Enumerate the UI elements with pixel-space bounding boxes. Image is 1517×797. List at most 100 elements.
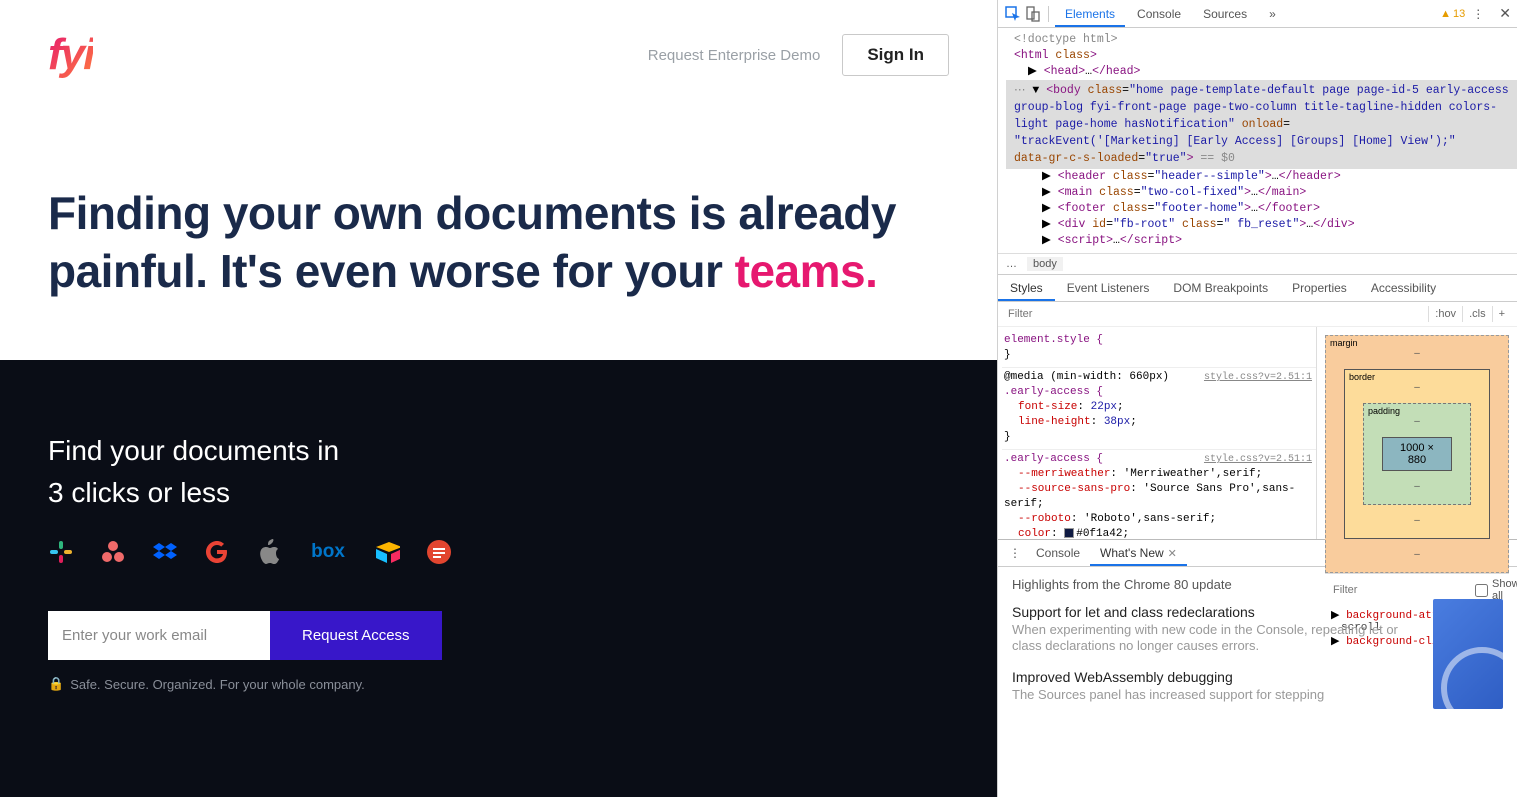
device-icon[interactable] bbox=[1024, 5, 1042, 23]
body-extra-attr: data-gr-c-s-loaded bbox=[1014, 152, 1138, 165]
drawer-item2-title[interactable]: Improved WebAssembly debugging bbox=[1012, 669, 1421, 685]
v-merri: 'Merriweather',serif bbox=[1124, 468, 1256, 480]
close-tab-icon[interactable]: ✕ bbox=[1168, 548, 1177, 560]
tagline: 🔒 Safe. Secure. Organized. For your whol… bbox=[48, 676, 949, 692]
subheading-line2: 3 clicks or less bbox=[48, 472, 949, 514]
sign-in-button[interactable]: Sign In bbox=[842, 34, 949, 76]
v-fs: 22px bbox=[1091, 401, 1117, 413]
apple-icon bbox=[256, 539, 282, 565]
styles-filter-input[interactable] bbox=[1004, 304, 1428, 324]
quip-icon bbox=[426, 539, 452, 565]
p-roboto: --roboto bbox=[1018, 513, 1071, 525]
styles-tab-a11y[interactable]: Accessibility bbox=[1359, 275, 1448, 301]
dropbox-icon bbox=[152, 539, 178, 565]
cls-toggle[interactable]: .cls bbox=[1462, 306, 1492, 322]
drawer-item1-title[interactable]: Support for let and class redeclarations bbox=[1012, 604, 1421, 620]
v-color: #0f1a42 bbox=[1076, 528, 1122, 539]
v-lh: 38px bbox=[1104, 416, 1130, 428]
bm-dash: – bbox=[1414, 348, 1420, 359]
site-header: fyi Request Enterprise Demo Sign In bbox=[48, 30, 949, 80]
devtools-panel: Elements Console Sources » ▲ 13 ⋮ ✕ <!do… bbox=[997, 0, 1517, 797]
integrations-row: box bbox=[48, 539, 949, 565]
add-rule-button[interactable]: + bbox=[1492, 306, 1511, 322]
bm-dash3: – bbox=[1414, 416, 1420, 427]
tab-elements[interactable]: Elements bbox=[1055, 1, 1125, 27]
drawer-more-icon[interactable]: ⋮ bbox=[1004, 546, 1026, 560]
v-roboto: 'Roboto',sans-serif bbox=[1084, 513, 1209, 525]
body-onload-value: trackEvent('[Marketing] [Early Access] [… bbox=[1021, 135, 1449, 148]
lock-icon: 🔒 bbox=[48, 676, 64, 692]
airtable-icon bbox=[374, 539, 400, 565]
css-rules-panel[interactable]: element.style { } style.css?v=2.51:1 @me… bbox=[998, 327, 1317, 539]
drawer-item2-desc: The Sources panel has increased support … bbox=[1012, 687, 1421, 703]
devtools-toolbar: Elements Console Sources » ▲ 13 ⋮ ✕ bbox=[998, 0, 1517, 28]
email-input[interactable] bbox=[48, 611, 270, 660]
drawer-tab-whatsnew[interactable]: What's New ✕ bbox=[1090, 540, 1187, 566]
hov-toggle[interactable]: :hov bbox=[1428, 306, 1462, 322]
google-icon bbox=[204, 539, 230, 565]
warnings-badge[interactable]: ▲ 13 bbox=[1440, 8, 1465, 20]
tab-overflow[interactable]: » bbox=[1259, 1, 1286, 27]
rule-source-link-1[interactable]: style.css?v=2.51:1 bbox=[1204, 370, 1312, 385]
drawer-tab-console[interactable]: Console bbox=[1026, 540, 1090, 566]
p-color: color bbox=[1018, 528, 1051, 539]
bm-dash6: – bbox=[1414, 549, 1420, 560]
subheading-line1: Find your documents in bbox=[48, 430, 949, 472]
dom-head[interactable]: ▶ <head>…</head> bbox=[1006, 64, 1517, 80]
body-extra-val: true bbox=[1152, 152, 1180, 165]
body-eq0: == $0 bbox=[1200, 152, 1235, 165]
rule-source-link-2[interactable]: style.css?v=2.51:1 bbox=[1204, 452, 1312, 467]
request-demo-link[interactable]: Request Enterprise Demo bbox=[648, 47, 821, 64]
box-model: margin – border – padding – 1000 × 880 –… bbox=[1317, 327, 1517, 539]
styles-tabs: Styles Event Listeners DOM Breakpoints P… bbox=[998, 275, 1517, 302]
inspect-icon[interactable] bbox=[1004, 5, 1022, 23]
drawer-item1-desc: When experimenting with new code in the … bbox=[1012, 622, 1421, 655]
logo[interactable]: fyi bbox=[48, 30, 93, 80]
bm-margin-label: margin bbox=[1330, 338, 1358, 348]
bm-dash4: – bbox=[1414, 481, 1420, 492]
drawer-heading: Highlights from the Chrome 80 update bbox=[1012, 577, 1421, 592]
dom-div[interactable]: ▶ <div id="fb-root" class=" fb_reset">…<… bbox=[1006, 217, 1517, 233]
dom-header[interactable]: ▶ <header class="header--simple">…</head… bbox=[1006, 169, 1517, 185]
dom-doctype[interactable]: <!doctype html> bbox=[1006, 32, 1517, 48]
breadcrumb-body[interactable]: body bbox=[1027, 257, 1063, 271]
dom-html[interactable]: <html class> bbox=[1006, 48, 1517, 64]
request-access-button[interactable]: Request Access bbox=[270, 611, 442, 660]
bm-content: 1000 × 880 bbox=[1382, 437, 1452, 471]
drawer-thumbnail bbox=[1433, 599, 1503, 709]
dom-tree[interactable]: <!doctype html> <html class> ▶ <head>…</… bbox=[998, 28, 1517, 253]
p-merri: --merriweather bbox=[1018, 468, 1110, 480]
headline-accent: teams. bbox=[735, 245, 878, 297]
p-fs: font-size bbox=[1018, 401, 1077, 413]
dom-script[interactable]: ▶ <script>…</script> bbox=[1006, 233, 1517, 249]
bm-dash2: – bbox=[1414, 382, 1420, 393]
rule-selector-2: .early-access { bbox=[1004, 453, 1103, 465]
dom-footer[interactable]: ▶ <footer class="footer-home">…</footer> bbox=[1006, 201, 1517, 217]
dom-body-selected[interactable]: ⋯ ▼ <body class="home page-template-defa… bbox=[1006, 80, 1517, 169]
asana-icon bbox=[100, 539, 126, 565]
styles-toolbar: :hov .cls + bbox=[998, 302, 1517, 327]
styles-tab-styles[interactable]: Styles bbox=[998, 275, 1055, 301]
headline: Finding your own documents is already pa… bbox=[48, 185, 949, 300]
signup-form: Request Access bbox=[48, 611, 949, 660]
tab-sources[interactable]: Sources bbox=[1193, 1, 1257, 27]
bm-dash5: – bbox=[1414, 515, 1420, 526]
more-icon[interactable]: ⋮ bbox=[1467, 7, 1489, 21]
p-ssp: --source-sans-pro bbox=[1018, 483, 1130, 495]
box-icon: box bbox=[308, 539, 348, 565]
whatsnew-label: What's New bbox=[1100, 546, 1164, 560]
slack-icon bbox=[48, 539, 74, 565]
drawer: ⋮ Console What's New ✕ ✕ Highlights from … bbox=[998, 539, 1517, 797]
styles-tab-dom-bp[interactable]: DOM Breakpoints bbox=[1161, 275, 1280, 301]
styles-tab-events[interactable]: Event Listeners bbox=[1055, 275, 1162, 301]
rule-element-style: element.style { bbox=[1004, 334, 1103, 346]
bm-padding-label: padding bbox=[1368, 406, 1400, 416]
breadcrumb-ellipsis[interactable]: … bbox=[1006, 258, 1017, 270]
tagline-text: Safe. Secure. Organized. For your whole … bbox=[70, 677, 365, 692]
bm-border-label: border bbox=[1349, 372, 1375, 382]
close-devtools-icon[interactable]: ✕ bbox=[1499, 5, 1511, 22]
dom-main[interactable]: ▶ <main class="two-col-fixed">…</main> bbox=[1006, 185, 1517, 201]
tab-console[interactable]: Console bbox=[1127, 1, 1191, 27]
styles-tab-properties[interactable]: Properties bbox=[1280, 275, 1359, 301]
p-lh: line-height bbox=[1018, 416, 1091, 428]
